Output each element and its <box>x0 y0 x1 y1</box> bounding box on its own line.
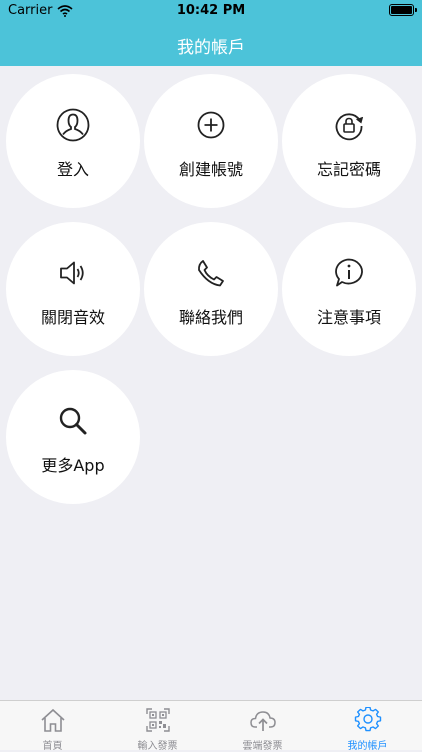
tab-bar: 首頁 輸入發票 雲端發票 我的帳戶 <box>0 700 422 752</box>
mute-sound-label: 關閉音效 <box>40 308 105 327</box>
login-label: 登入 <box>56 160 89 179</box>
forgot-password-button[interactable]: 忘記密碼 <box>282 74 416 208</box>
cloud-upload-icon <box>249 711 276 731</box>
home-icon <box>40 708 65 732</box>
tab-enter-invoice[interactable]: 輸入發票 <box>105 701 210 752</box>
tab-my-account[interactable]: 我的帳戶 <box>315 701 420 752</box>
create-account-label: 創建帳號 <box>178 160 243 179</box>
status-bar: Carrier 10:42 PM <box>0 0 422 22</box>
login-button[interactable]: 登入 <box>6 74 140 208</box>
lock-reset-icon <box>335 113 364 141</box>
mute-sound-button[interactable]: 關閉音效 <box>6 222 140 356</box>
info-icon <box>335 258 363 287</box>
plus-circle-icon <box>197 111 225 139</box>
phone-icon <box>198 260 224 287</box>
qr-code-icon <box>145 708 170 732</box>
notice-label: 注意事項 <box>316 308 381 327</box>
clock: 10:42 PM <box>176 3 246 18</box>
forgot-password-label: 忘記密碼 <box>316 160 381 179</box>
more-apps-label: 更多App <box>41 456 105 475</box>
tab-home[interactable]: 首頁 <box>0 701 105 752</box>
contact-us-button[interactable]: 聯絡我們 <box>144 222 278 356</box>
more-apps-button[interactable]: 更多App <box>6 370 140 504</box>
page-title: 我的帳戶 <box>177 38 245 58</box>
create-account-button[interactable]: 創建帳號 <box>144 74 278 208</box>
gear-icon <box>354 707 381 732</box>
tab-cloud-invoice[interactable]: 雲端發票 <box>210 701 315 752</box>
speaker-icon <box>60 261 84 285</box>
header: Carrier 10:42 PM 我的帳戶 <box>0 0 422 66</box>
notice-button[interactable]: 注意事項 <box>282 222 416 356</box>
user-icon <box>56 108 90 142</box>
search-icon <box>59 407 87 435</box>
contact-us-label: 聯絡我們 <box>178 308 243 327</box>
menu-grid: 登入 創建帳號 忘記密碼 關閉音效 聯絡我們 注意事項 更多App <box>0 66 422 700</box>
battery-icon <box>389 4 417 16</box>
